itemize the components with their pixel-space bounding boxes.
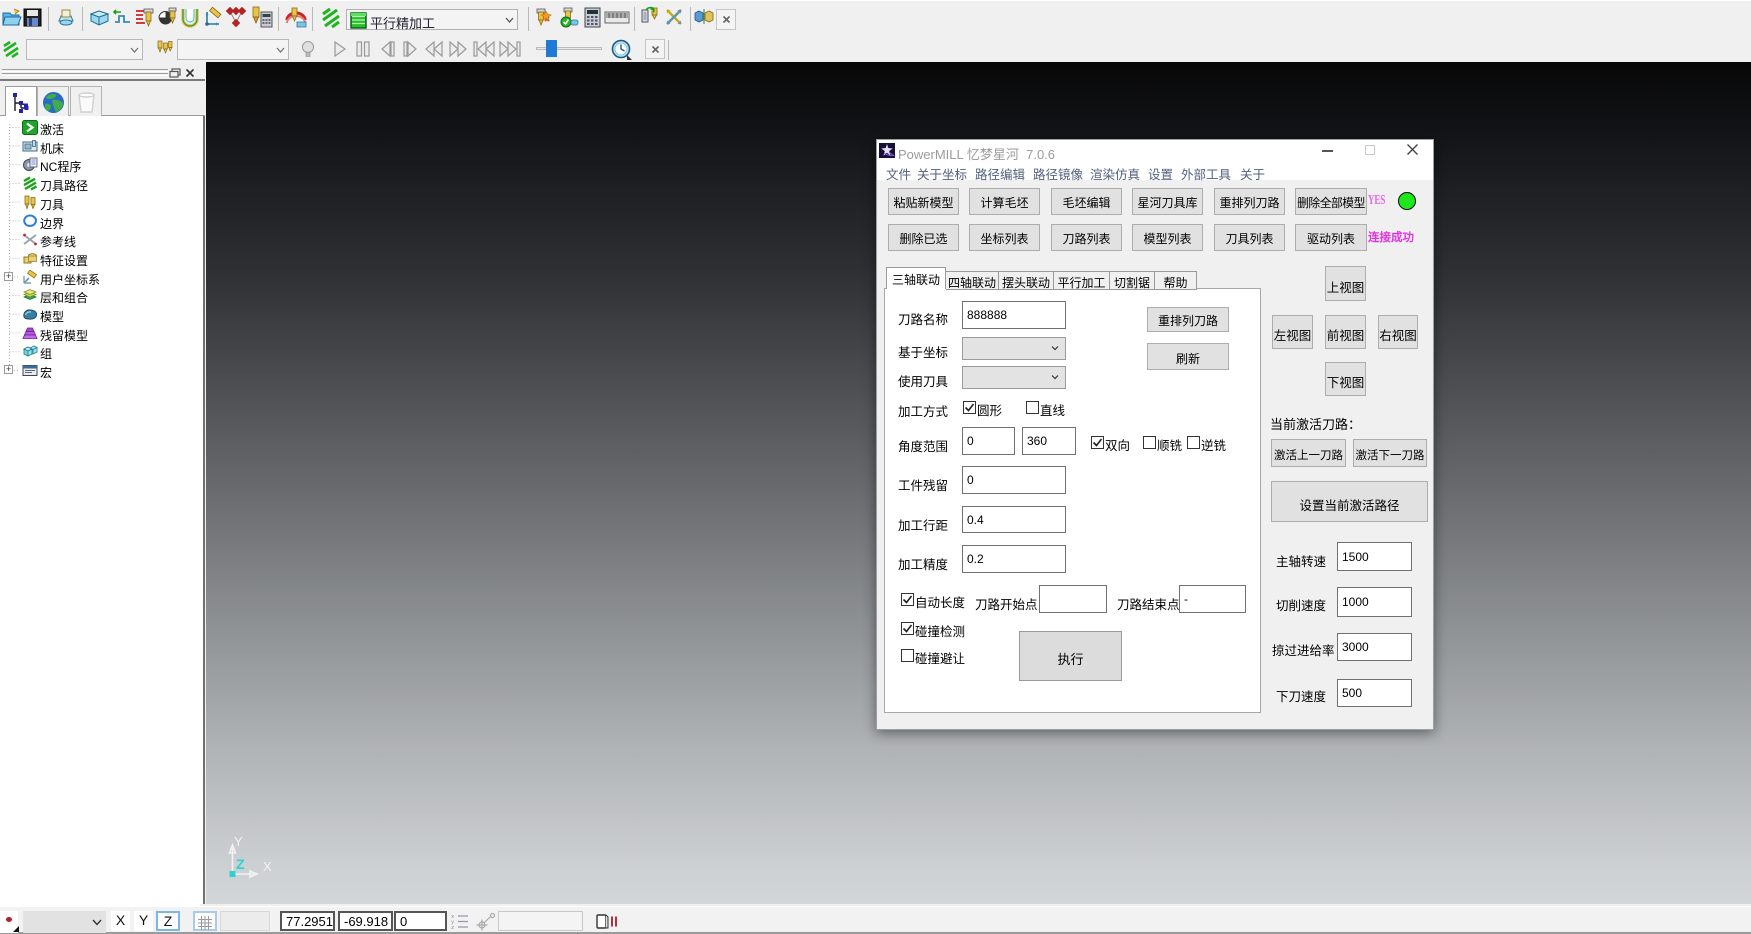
svg-text:z: z — [451, 924, 454, 930]
svg-text:X: X — [263, 859, 272, 874]
svg-text:Z: Z — [236, 856, 245, 872]
svg-text:Y: Y — [234, 834, 243, 849]
